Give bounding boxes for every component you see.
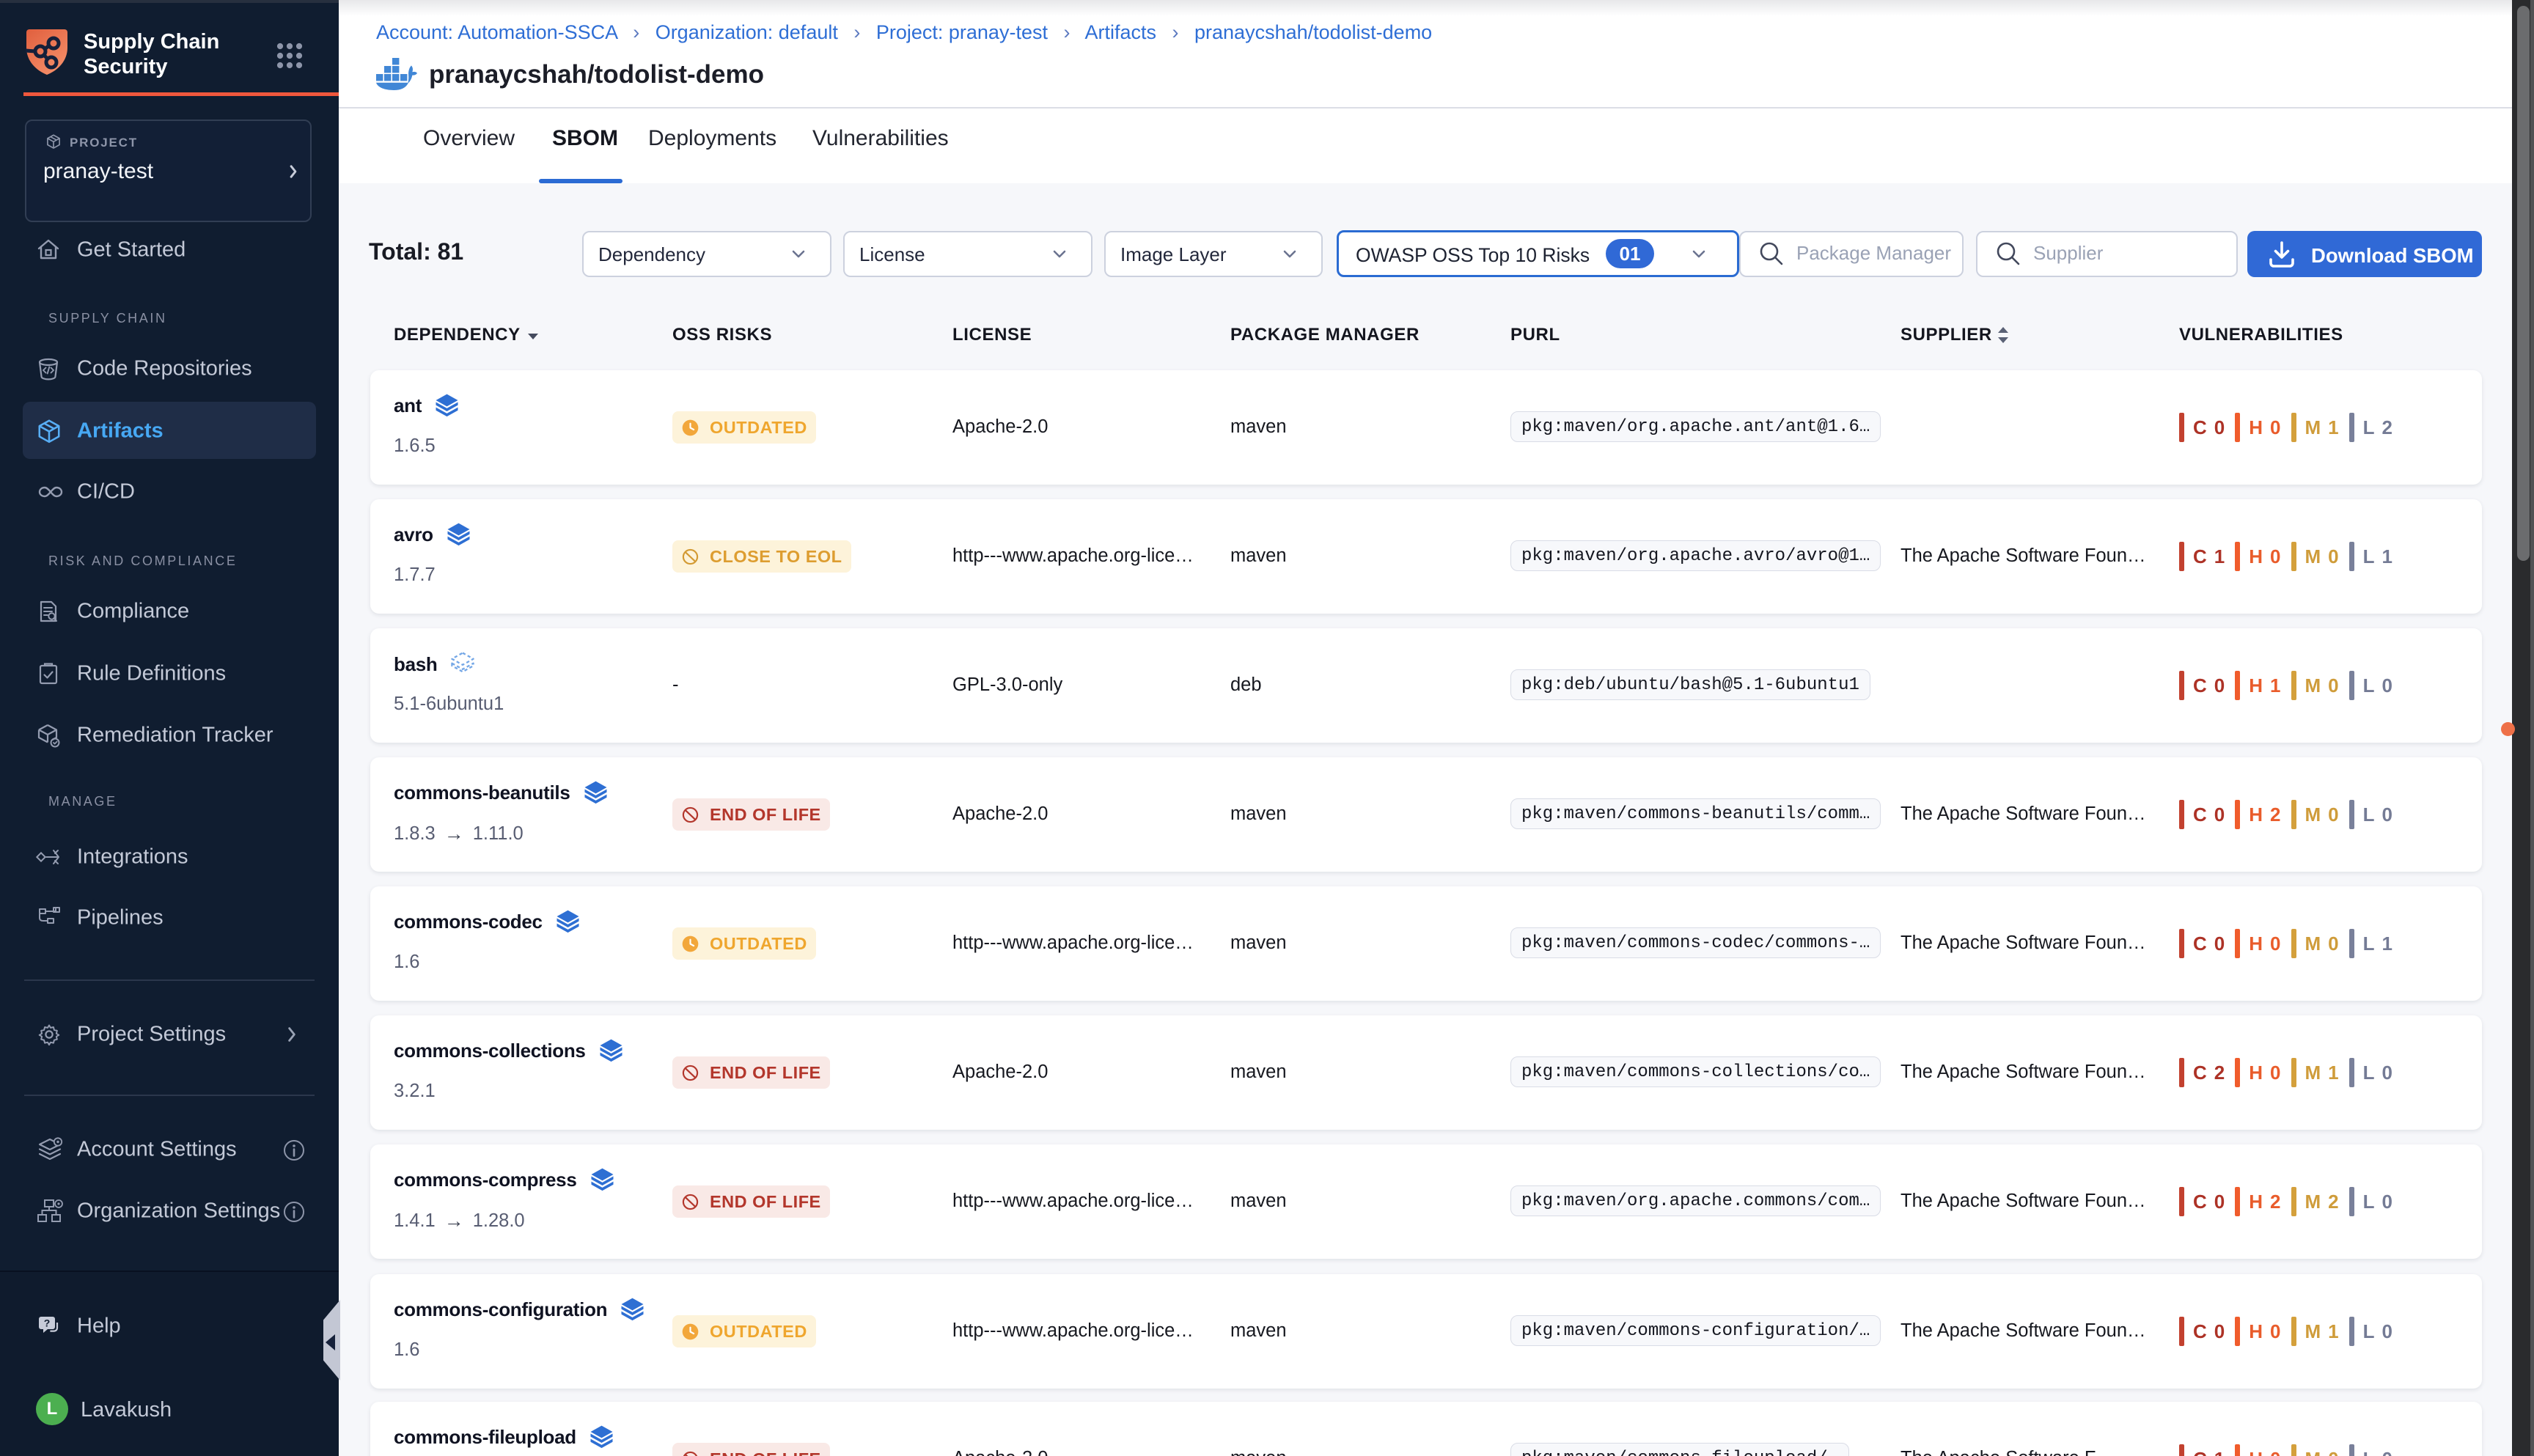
svg-text:?: ?	[44, 1317, 51, 1329]
